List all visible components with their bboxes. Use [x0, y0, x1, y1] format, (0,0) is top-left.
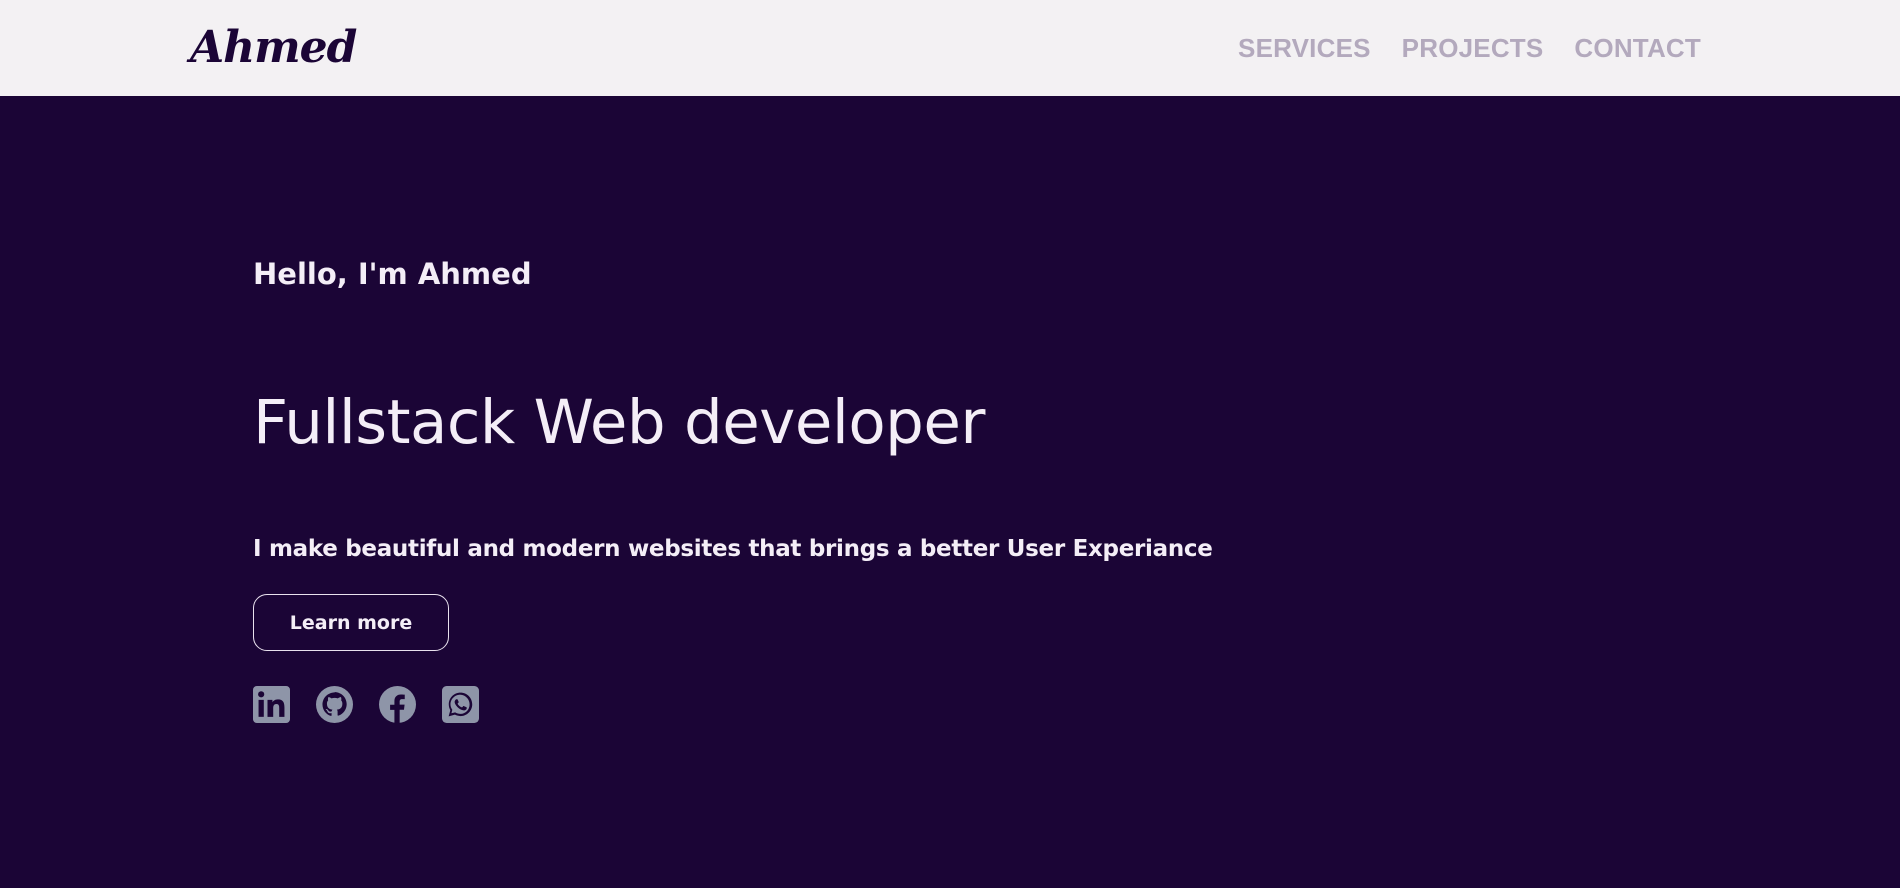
- nav-link-contact[interactable]: CONTACT: [1574, 30, 1701, 66]
- main-nav: SERVICES PROJECTS CONTACT: [1238, 30, 1701, 66]
- github-icon[interactable]: [316, 686, 353, 723]
- nav-link-services[interactable]: SERVICES: [1238, 30, 1371, 66]
- nav-link-projects[interactable]: PROJECTS: [1402, 30, 1544, 66]
- whatsapp-icon[interactable]: [442, 686, 479, 723]
- top-navbar: Ahmed SERVICES PROJECTS CONTACT: [0, 0, 1900, 96]
- linkedin-icon[interactable]: [253, 686, 290, 723]
- hero-tagline: I make beautiful and modern websites tha…: [253, 536, 1213, 562]
- hero-greeting: Hello, I'm Ahmed: [253, 257, 532, 291]
- social-links: [253, 686, 479, 723]
- logo[interactable]: Ahmed: [190, 18, 357, 78]
- learn-more-button[interactable]: Learn more: [253, 594, 449, 651]
- facebook-icon[interactable]: [379, 686, 416, 723]
- hero-headline: Fullstack Web developer: [253, 387, 986, 458]
